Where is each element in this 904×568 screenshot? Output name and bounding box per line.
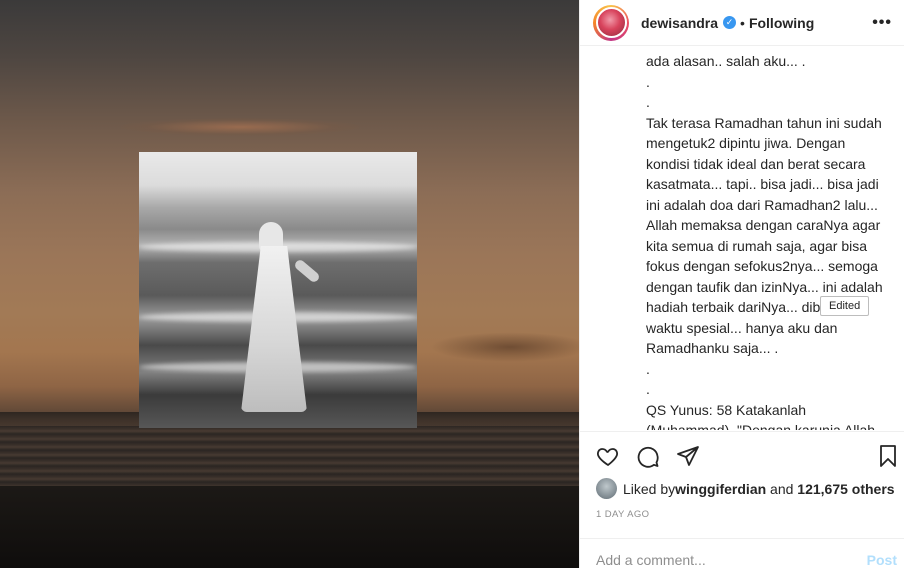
liked-by-and: and: [766, 480, 798, 497]
avatar-ring[interactable]: [593, 4, 629, 41]
post-timestamp[interactable]: 1 DAY AGO: [596, 509, 649, 520]
photo-sea: [0, 426, 579, 486]
post-photo: [0, 0, 579, 568]
comment-input[interactable]: Add a comment...: [596, 552, 706, 568]
verified-badge-icon: ✓: [723, 16, 737, 29]
figure-body: [241, 246, 307, 412]
action-bar: [580, 431, 904, 477]
post-comment-button[interactable]: Post: [867, 552, 897, 568]
figure-arm: [293, 258, 321, 284]
post-header: dewisandra ✓ • Following •••: [580, 0, 904, 46]
avatar[interactable]: [595, 7, 627, 38]
photo-cloud: [120, 118, 360, 136]
likes-count-link[interactable]: 121,675 others: [797, 481, 894, 497]
comment-bar: Add a comment... Post: [580, 538, 904, 568]
photo-sand: [0, 486, 579, 568]
edited-tooltip: Edited: [820, 296, 870, 316]
caption-text: ada alasan.. salah aku... . . . Tak tera…: [646, 53, 883, 430]
username-link[interactable]: dewisandra: [641, 15, 718, 31]
photo-cloud-2: [430, 332, 579, 362]
share-icon[interactable]: [676, 444, 700, 468]
header-separator: •: [740, 14, 745, 31]
liked-by-prefix: Liked by: [623, 480, 676, 497]
post-side-panel: dewisandra ✓ • Following ••• ada alasan.…: [579, 0, 904, 568]
liker-username-link[interactable]: winggiferdian: [675, 481, 766, 497]
inset-figure: [241, 222, 321, 412]
comment-icon[interactable]: [636, 444, 660, 468]
likes-row: Liked by winggiferdian and 121,675 other…: [596, 478, 895, 499]
caption-scroll-area[interactable]: ada alasan.. salah aku... . . . Tak tera…: [580, 46, 904, 430]
inset-photo: [139, 152, 417, 428]
following-button[interactable]: Following: [749, 15, 814, 31]
liker-avatar[interactable]: [596, 478, 617, 499]
heart-icon[interactable]: [596, 444, 620, 468]
more-options-icon[interactable]: •••: [872, 14, 892, 32]
bookmark-icon[interactable]: [876, 444, 900, 468]
